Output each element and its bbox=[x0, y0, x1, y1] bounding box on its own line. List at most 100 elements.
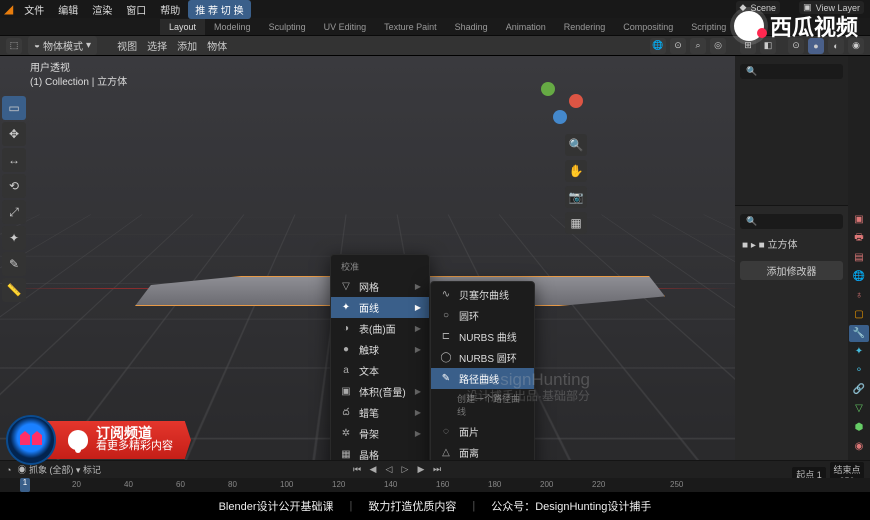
menu-window[interactable]: 窗口 bbox=[120, 0, 152, 19]
ptab-output-icon[interactable]: 🖶 bbox=[849, 230, 869, 247]
submenu-arrow-icon: ▶ bbox=[415, 429, 421, 438]
menu-item-icon: ▽ bbox=[339, 281, 353, 292]
curve-submenu-item[interactable]: ◌面片 bbox=[431, 421, 534, 442]
gizmo-y[interactable] bbox=[541, 82, 555, 96]
menu-file[interactable]: 文件 bbox=[18, 0, 50, 19]
tool-rotate[interactable]: ⟲ bbox=[2, 174, 26, 198]
ptab-mesh-icon[interactable]: ▽ bbox=[849, 400, 869, 417]
add-menu-item[interactable]: a文本 bbox=[331, 360, 429, 381]
tl-playrev-icon[interactable]: ◁ bbox=[382, 462, 396, 476]
ptab-particles-icon[interactable]: ✦ bbox=[849, 344, 869, 361]
tl-prevkey-icon[interactable]: ◀ bbox=[366, 462, 380, 476]
tool-measure[interactable]: 📏 bbox=[2, 278, 26, 302]
menu-item-label: NURBS 圆环 bbox=[459, 350, 517, 365]
ptab-vertex-icon[interactable]: ⬢ bbox=[849, 419, 869, 436]
ws-tab-script[interactable]: Scripting bbox=[682, 19, 735, 35]
menu-help[interactable]: 帮助 bbox=[154, 0, 186, 19]
hdr-view[interactable]: 视图 bbox=[117, 38, 137, 53]
ruler-tick: 180 bbox=[488, 480, 501, 489]
ruler-tick: 250 bbox=[670, 480, 683, 489]
nav-pan-icon[interactable]: ✋ bbox=[565, 160, 587, 182]
properties-panel[interactable]: 🔍 ■ ▸ ■ 立方体 添加修改器 bbox=[735, 206, 848, 474]
mode-selector[interactable]: ◒ 物体模式 ▾ bbox=[28, 36, 97, 55]
add-menu-item[interactable]: ✲骨架▶ bbox=[331, 423, 429, 444]
tl-nextkey-icon[interactable]: ▶ bbox=[414, 462, 428, 476]
add-menu-item[interactable]: ◑表(曲)面▶ bbox=[331, 318, 429, 339]
ptab-scene-icon[interactable]: 🌐 bbox=[849, 268, 869, 285]
current-frame[interactable]: 1 bbox=[20, 478, 30, 492]
ptab-object-icon[interactable]: ▢ bbox=[849, 306, 869, 323]
pivot-icon[interactable]: ⊙ bbox=[670, 38, 686, 54]
ws-tab-uv[interactable]: UV Editing bbox=[315, 19, 376, 35]
tool-scale[interactable]: ⤢ bbox=[2, 200, 26, 224]
ptab-world-icon[interactable]: ♁ bbox=[849, 287, 869, 304]
tl-play-icon[interactable]: ▷ bbox=[398, 462, 412, 476]
outliner[interactable]: 🔍 bbox=[735, 56, 848, 206]
ptab-view-icon[interactable]: ▤ bbox=[849, 249, 869, 266]
add-menu-item[interactable]: ద蜡笔▶ bbox=[331, 402, 429, 423]
tl-forward-icon[interactable]: ⏭ bbox=[430, 462, 444, 476]
menu-render[interactable]: 渲染 bbox=[86, 0, 118, 19]
ruler-tick: 160 bbox=[436, 480, 449, 489]
menu-edit[interactable]: 编辑 bbox=[52, 0, 84, 19]
tool-cursor[interactable]: ✥ bbox=[2, 122, 26, 146]
nav-zoom-icon[interactable]: 🔍 bbox=[565, 134, 587, 156]
add-menu-item[interactable]: ●触球▶ bbox=[331, 339, 429, 360]
properties-search[interactable]: 🔍 bbox=[740, 214, 843, 229]
grab-switch-button[interactable]: 推 荐 切 换 bbox=[188, 0, 250, 19]
tool-select[interactable]: ▭ bbox=[2, 96, 26, 120]
gizmo-x[interactable] bbox=[569, 94, 583, 108]
proportional-icon[interactable]: ◎ bbox=[710, 38, 726, 54]
nav-persp-icon[interactable]: ▦ bbox=[565, 212, 587, 234]
tool-annotate[interactable]: ✎ bbox=[2, 252, 26, 276]
add-menu-item[interactable]: ✦面线▶ bbox=[331, 297, 429, 318]
hdr-add[interactable]: 添加 bbox=[177, 38, 197, 53]
submenu-arrow-icon: ▶ bbox=[415, 324, 421, 333]
xigua-logo: 西瓜视频 bbox=[734, 10, 858, 42]
menu-item-label: 面片 bbox=[459, 424, 479, 439]
ws-tab-anim[interactable]: Animation bbox=[497, 19, 555, 35]
menu-item-label: 网格 bbox=[359, 279, 379, 294]
menu-item-icon: ∿ bbox=[439, 289, 453, 300]
curve-submenu-item[interactable]: ⊏NURBS 曲线 bbox=[431, 326, 534, 347]
ws-tab-comp[interactable]: Compositing bbox=[614, 19, 682, 35]
snap-icon[interactable]: ⌕ bbox=[690, 38, 706, 54]
ruler-tick: 220 bbox=[592, 480, 605, 489]
ptab-modifier-icon[interactable]: 🔧 bbox=[849, 325, 869, 342]
curve-submenu-item[interactable]: ○圆环 bbox=[431, 305, 534, 326]
ptab-render-icon[interactable]: ▣ bbox=[849, 211, 869, 228]
orientation-icon[interactable]: 🌐 bbox=[650, 38, 666, 54]
submenu-arrow-icon: ▶ bbox=[415, 345, 421, 354]
ws-tab-layout[interactable]: Layout bbox=[160, 19, 205, 35]
ws-tab-render[interactable]: Rendering bbox=[555, 19, 615, 35]
tool-move[interactable]: ↔ bbox=[2, 148, 26, 172]
playback-controls: ⏮ ◀ ◁ ▷ ▶ ⏭ bbox=[350, 462, 444, 476]
ptab-material-icon[interactable]: ◉ bbox=[849, 438, 869, 455]
ws-tab-sculpting[interactable]: Sculpting bbox=[260, 19, 315, 35]
nav-camera-icon[interactable]: 📷 bbox=[565, 186, 587, 208]
timeline-ruler[interactable]: 1 20406080100120140160180200220250 bbox=[0, 478, 870, 493]
tl-dopesheet-icon[interactable]: ◔ bbox=[6, 465, 11, 475]
tl-rewind-icon[interactable]: ⏮ bbox=[350, 462, 364, 476]
ptab-constraint-icon[interactable]: 🔗 bbox=[849, 381, 869, 398]
add-modifier-button[interactable]: 添加修改器 bbox=[740, 261, 843, 280]
add-menu-item[interactable]: ▣体积(音量)▶ bbox=[331, 381, 429, 402]
hdr-select[interactable]: 选择 bbox=[147, 38, 167, 53]
ws-tab-texture[interactable]: Texture Paint bbox=[375, 19, 446, 35]
nav-gizmo[interactable] bbox=[535, 76, 585, 126]
bell-icon bbox=[68, 430, 88, 450]
curve-submenu-item[interactable]: ∿贝塞尔曲线 bbox=[431, 284, 534, 305]
hdr-object[interactable]: 物体 bbox=[207, 38, 227, 53]
tool-transform[interactable]: ✦ bbox=[2, 226, 26, 250]
ws-tab-shading[interactable]: Shading bbox=[446, 19, 497, 35]
add-menu-header: 校准 bbox=[331, 257, 429, 276]
subscribe-overlay[interactable]: 订阅频道 看更多精彩内容 bbox=[6, 415, 191, 465]
3d-viewport[interactable]: 用户透视(1) Collection | 立方体 ▭ ✥ ↔ ⟲ ⤢ ✦ ✎ 📏… bbox=[0, 56, 735, 474]
gizmo-z[interactable] bbox=[553, 110, 567, 124]
ws-tab-modeling[interactable]: Modeling bbox=[205, 19, 260, 35]
ptab-physics-icon[interactable]: ⚬ bbox=[849, 362, 869, 379]
curve-submenu-item[interactable]: ◯NURBS 圆环 bbox=[431, 347, 534, 368]
outliner-search[interactable]: 🔍 bbox=[740, 64, 843, 79]
editor-type-icon[interactable]: ⬚ bbox=[6, 38, 22, 54]
add-menu-item[interactable]: ▽网格▶ bbox=[331, 276, 429, 297]
